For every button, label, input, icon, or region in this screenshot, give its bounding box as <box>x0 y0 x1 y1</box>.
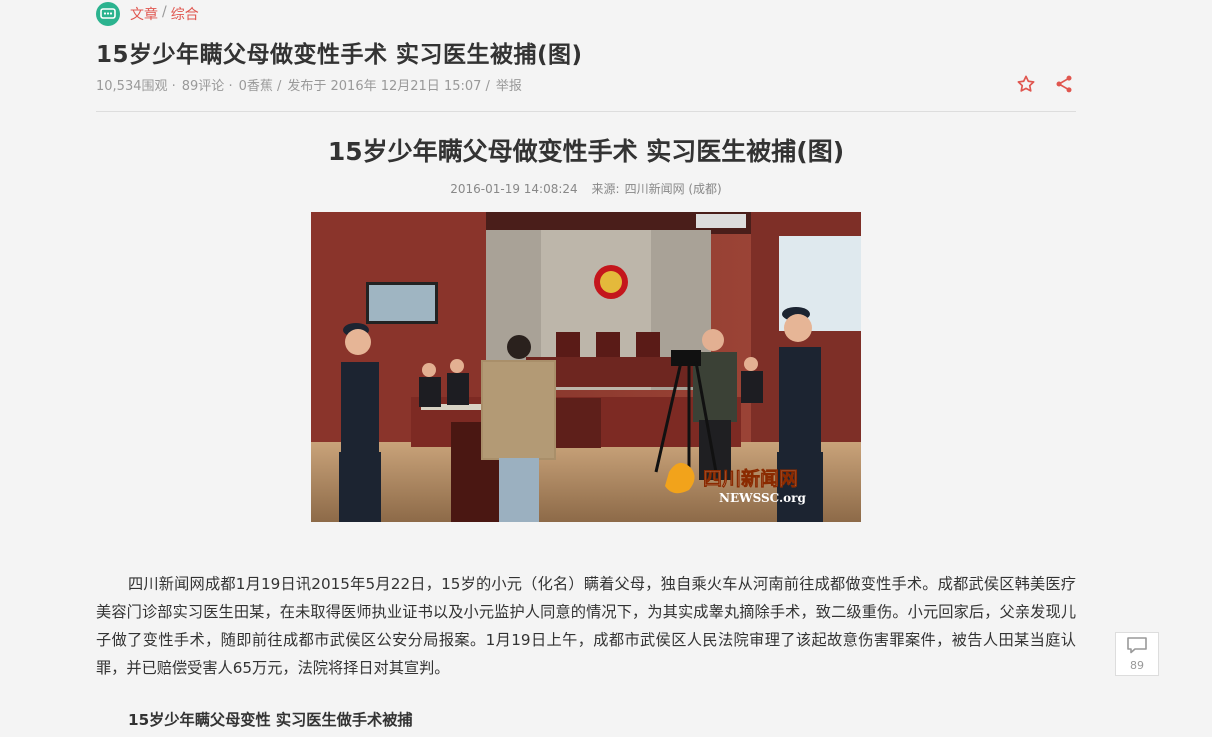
courtroom-photo: 四川新闻网 NEWSSC.org <box>311 212 861 522</box>
comment-button[interactable]: 89 <box>1115 632 1159 676</box>
comment-fab-count: 89 <box>1130 659 1144 672</box>
article-source: 四川新闻网 (成都) <box>624 182 722 196</box>
banana-count: 0香蕉 / <box>238 79 282 94</box>
post-meta: 10,534围观 · 89评论 · 0香蕉 / 发布于 2016年 12月21日… <box>96 75 522 94</box>
post-actions <box>1014 72 1076 96</box>
view-count: 10,534围观 · <box>96 79 176 94</box>
comment-icon <box>1126 636 1148 658</box>
header-divider <box>96 111 1076 112</box>
watermark-cn: 四川新闻网 <box>703 467 798 490</box>
breadcrumb-separator: / <box>162 4 167 20</box>
share-icon[interactable] <box>1052 72 1076 96</box>
chat-logo-icon[interactable] <box>96 2 120 26</box>
watermark-en: NEWSSC.org <box>719 491 807 505</box>
article-meta: 2016-01-19 14:08:24 来源: 四川新闻网 (成都) <box>96 180 1076 197</box>
publish-date: 发布于 2016年 12月21日 15:07 / <box>287 79 490 94</box>
page-title: 15岁少年瞒父母做变性手术 实习医生被捕(图) <box>96 42 583 68</box>
breadcrumb-section[interactable]: 文章 <box>130 4 158 24</box>
article-source-label: 来源: <box>591 182 620 196</box>
report-link[interactable]: 举报 <box>496 75 522 94</box>
article-datetime: 2016-01-19 14:08:24 <box>450 182 578 196</box>
article-title: 15岁少年瞒父母做变性手术 实习医生被捕(图) <box>327 137 845 166</box>
star-icon[interactable] <box>1014 72 1038 96</box>
article-paragraph: 四川新闻网成都1月19日讯2015年5月22日，15岁的小元（化名）瞒着父母，独… <box>96 575 1076 677</box>
breadcrumb-category[interactable]: 综合 <box>171 4 199 24</box>
breadcrumb: 文章 / 综合 <box>96 1 199 27</box>
comment-count[interactable]: 89评论 · <box>182 75 233 94</box>
article-subheading: 15岁少年瞒父母变性 实习医生做手术被捕 <box>128 711 413 729</box>
